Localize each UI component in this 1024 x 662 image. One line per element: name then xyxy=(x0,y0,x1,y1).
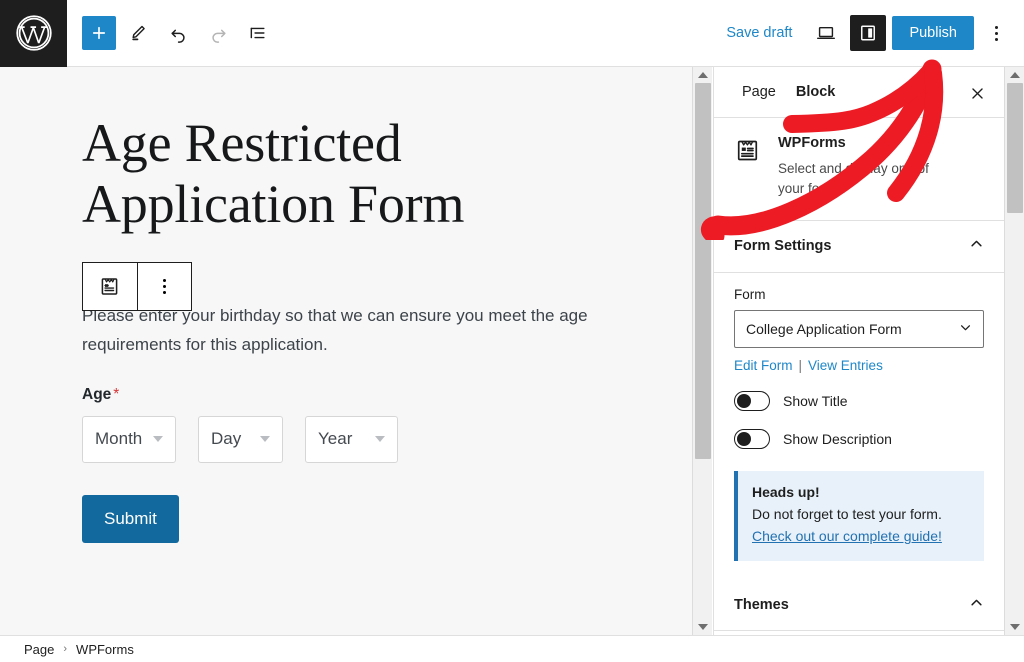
themes-panel-header[interactable]: Themes xyxy=(714,579,1004,631)
toggle-knob xyxy=(737,432,751,446)
sidebar-tabs: Page Block xyxy=(714,67,1004,118)
chevron-down-icon xyxy=(957,319,974,339)
chevron-up-icon xyxy=(967,593,986,617)
year-select[interactable]: Year xyxy=(305,416,398,463)
chevron-down-icon xyxy=(153,436,163,442)
month-select[interactable]: Month xyxy=(82,416,176,463)
month-select-value: Month xyxy=(95,429,142,449)
age-label-text: Age xyxy=(82,386,111,403)
page-title[interactable]: Age Restricted Application Form xyxy=(82,113,552,235)
editor-scrollbar[interactable] xyxy=(692,67,712,635)
sidebar-scrollbar-thumb[interactable] xyxy=(1007,83,1023,213)
required-asterisk: * xyxy=(113,386,119,403)
editor-canvas[interactable]: Age Restricted Application Form Please e… xyxy=(0,67,692,635)
tab-page-label: Page xyxy=(742,84,776,100)
vertical-dots-icon xyxy=(163,279,166,294)
vertical-dots-icon xyxy=(995,26,998,41)
tab-block[interactable]: Block xyxy=(786,67,846,118)
block-toolbar xyxy=(82,262,192,311)
sidebar-panel-icon[interactable] xyxy=(850,15,886,51)
date-field-group: Month Day Year xyxy=(82,416,692,463)
form-links-row: Edit Form | View Entries xyxy=(734,358,984,373)
day-select-value: Day xyxy=(211,429,241,449)
block-info-card: WPForms Select and display one of your f… xyxy=(714,118,1004,221)
save-draft-button[interactable]: Save draft xyxy=(716,19,802,47)
wpforms-clipboard-icon[interactable] xyxy=(83,263,137,310)
toggle-knob xyxy=(737,394,751,408)
sidebar-scrollbar[interactable] xyxy=(1004,67,1024,635)
breadcrumb-item-page[interactable]: Page xyxy=(24,642,54,657)
form-settings-title: Form Settings xyxy=(734,238,967,254)
form-select-value: College Application Form xyxy=(746,321,902,337)
day-select[interactable]: Day xyxy=(198,416,283,463)
wpforms-clipboard-icon xyxy=(734,135,762,200)
form-select[interactable]: College Application Form xyxy=(734,310,984,348)
form-settings-panel-header[interactable]: Form Settings xyxy=(714,221,1004,273)
heads-up-notice: Heads up! Do not forget to test your for… xyxy=(734,471,984,562)
complete-guide-link[interactable]: Check out our complete guide! xyxy=(752,528,942,544)
show-description-toggle[interactable] xyxy=(734,429,770,449)
show-description-label: Show Description xyxy=(783,431,892,447)
chevron-up-icon xyxy=(967,234,986,258)
tab-page[interactable]: Page xyxy=(732,67,786,118)
year-select-value: Year xyxy=(318,429,352,449)
view-entries-link[interactable]: View Entries xyxy=(808,358,883,373)
redo-button[interactable] xyxy=(200,15,236,51)
show-title-toggle-row: Show Title xyxy=(734,391,984,411)
block-card-title: WPForms xyxy=(778,135,950,151)
scroll-up-arrow-icon[interactable] xyxy=(1005,67,1024,83)
themes-title: Themes xyxy=(734,597,967,613)
chevron-down-icon xyxy=(375,436,385,442)
breadcrumb-item-wpforms[interactable]: WPForms xyxy=(76,642,134,657)
edit-tool-button[interactable] xyxy=(120,15,156,51)
breadcrumb-separator: › xyxy=(63,643,67,655)
scroll-up-arrow-icon[interactable] xyxy=(693,67,713,83)
age-field-label: Age* xyxy=(82,386,692,404)
breadcrumb: Page › WPForms xyxy=(0,635,1024,662)
tab-block-label: Block xyxy=(796,84,836,100)
close-sidebar-button[interactable] xyxy=(962,78,992,108)
show-description-toggle-row: Show Description xyxy=(734,429,984,449)
submit-button[interactable]: Submit xyxy=(82,495,179,543)
settings-sidebar: Page Block WPForms xyxy=(713,67,1004,635)
show-title-toggle[interactable] xyxy=(734,391,770,411)
link-separator: | xyxy=(799,358,803,373)
header-actions-group: Save draft Publish xyxy=(716,15,1024,51)
block-options-button[interactable] xyxy=(137,263,191,310)
block-card-description: Select and display one of your forms. xyxy=(778,159,950,200)
laptop-preview-icon[interactable] xyxy=(808,15,844,51)
show-title-label: Show Title xyxy=(783,393,848,409)
edit-form-link[interactable]: Edit Form xyxy=(734,358,793,373)
chevron-down-icon xyxy=(260,436,270,442)
options-menu-button[interactable] xyxy=(980,15,1012,51)
form-select-label: Form xyxy=(734,287,984,302)
wordpress-logo-icon[interactable] xyxy=(0,0,67,67)
publish-button[interactable]: Publish xyxy=(892,16,974,50)
editor-header: Save draft Publish xyxy=(0,0,1024,67)
header-tools-group xyxy=(67,15,276,51)
notice-title: Heads up! xyxy=(752,484,970,500)
undo-button[interactable] xyxy=(160,15,196,51)
editor-scrollbar-thumb[interactable] xyxy=(695,83,711,459)
list-view-button[interactable] xyxy=(240,15,276,51)
add-block-button[interactable] xyxy=(82,16,116,50)
scroll-down-arrow-icon[interactable] xyxy=(1005,619,1024,635)
scroll-down-arrow-icon[interactable] xyxy=(693,619,713,635)
notice-text: Do not forget to test your form. xyxy=(752,505,970,524)
form-settings-panel-body: Form College Application Form Edit Form |… xyxy=(714,273,1004,580)
